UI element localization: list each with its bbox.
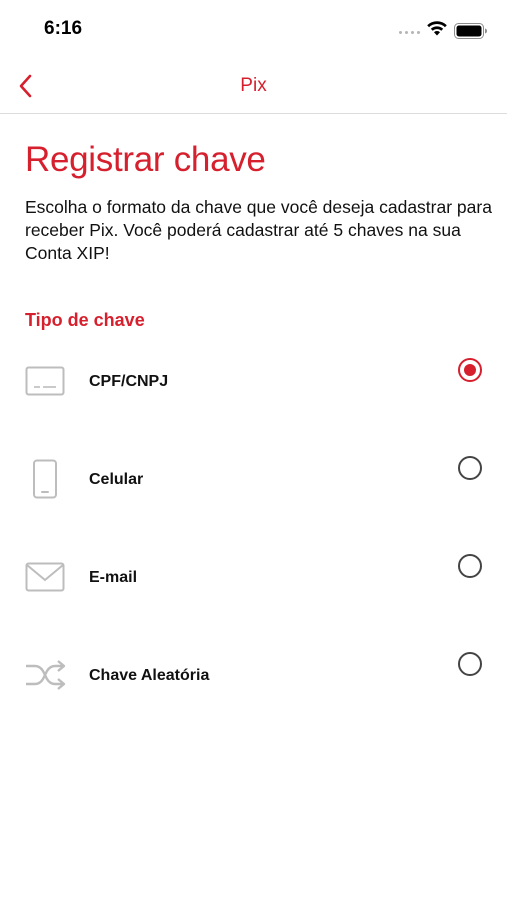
key-type-label: E-mail [89, 569, 138, 586]
signal-dots-icon [399, 31, 420, 34]
battery-icon [454, 23, 487, 39]
shuffle-icon [24, 654, 66, 696]
phone-icon [24, 458, 66, 500]
wifi-icon [427, 21, 447, 36]
radio-button-selected[interactable] [458, 358, 482, 382]
key-type-option-cpf-cnpj[interactable]: CPF/CNPJ [0, 340, 507, 420]
id-card-icon [24, 360, 66, 402]
nav-bar: Pix [0, 60, 507, 114]
page-description: Escolha o formato da chave que você dese… [25, 197, 492, 263]
radio-button[interactable] [458, 652, 482, 676]
key-type-option-email[interactable]: E-mail [0, 536, 507, 616]
key-type-option-celular[interactable]: Celular [0, 438, 507, 518]
key-type-option-chave-aleatoria[interactable]: Chave Aleatória [0, 634, 507, 714]
section-label: Tipo de chave [25, 310, 145, 330]
status-time: 6:16 [44, 18, 83, 39]
key-type-label: CPF/CNPJ [89, 373, 169, 390]
nav-title: Pix [240, 75, 267, 96]
key-type-label: Chave Aleatória [89, 667, 210, 684]
envelope-icon [24, 556, 66, 598]
pix-register-key-screen: 6:16 Pix Registrar chave Escolha o forma… [0, 0, 507, 900]
status-bar: 6:16 [0, 0, 507, 60]
radio-button[interactable] [458, 456, 482, 480]
key-type-label: Celular [89, 471, 144, 488]
page-title: Registrar chave [25, 140, 266, 179]
radio-button[interactable] [458, 554, 482, 578]
